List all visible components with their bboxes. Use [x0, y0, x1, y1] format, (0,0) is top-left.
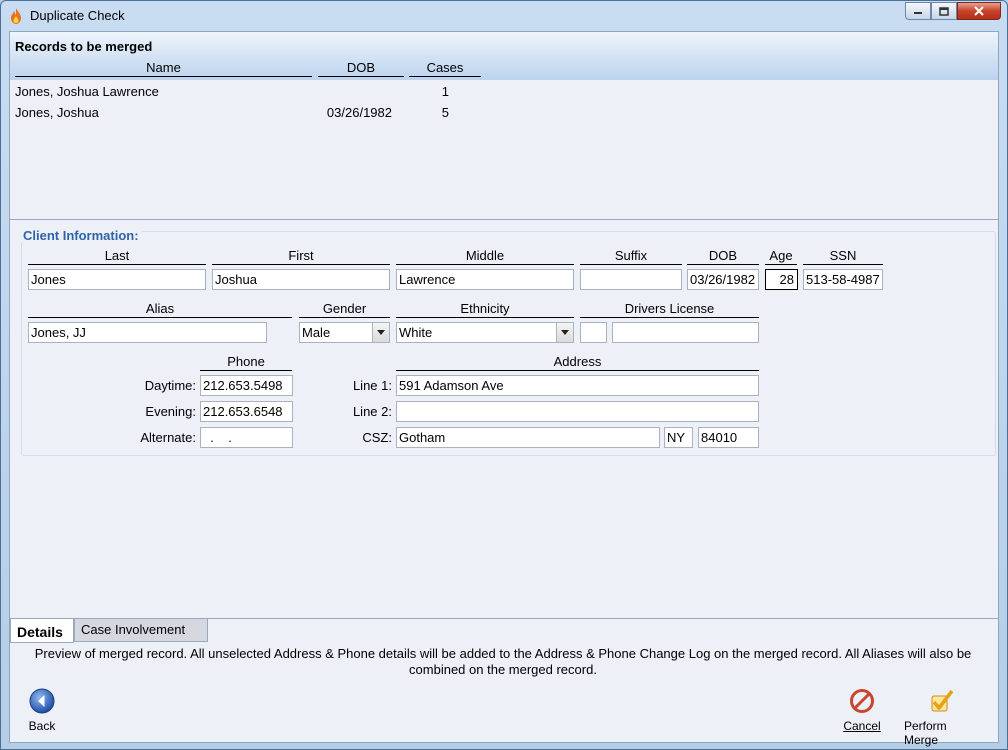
title-bar: Duplicate Check [1, 1, 1007, 31]
alternate-phone-field[interactable]: . . [200, 427, 293, 448]
last-name-field[interactable]: Jones [28, 269, 206, 290]
phone-label: Phone [200, 354, 292, 371]
alias-label: Alias [28, 301, 292, 318]
tab-case-involvement[interactable]: Case Involvement [74, 619, 208, 642]
records-title: Records to be merged [15, 39, 153, 54]
minimize-icon [914, 12, 922, 14]
merge-notice: Preview of merged record. All unselected… [34, 646, 972, 677]
first-name-field[interactable]: Joshua [212, 269, 390, 290]
zip-field[interactable]: 84010 [698, 427, 759, 448]
daytime-phone-field[interactable]: 212.653.5498 [200, 375, 293, 396]
middle-label: Middle [396, 248, 574, 265]
address-line2-field[interactable] [396, 401, 759, 422]
alias-field[interactable]: Jones, JJ [28, 322, 267, 343]
daytime-label: Daytime: [144, 378, 196, 393]
back-label: Back [28, 719, 56, 733]
alternate-label: Alternate: [140, 430, 196, 445]
record-cases: 5 [441, 105, 449, 120]
record-row[interactable]: Jones, Joshua Lawrence 1 [10, 81, 998, 102]
client-area: Records to be merged Name DOB Cases Jone… [9, 31, 999, 747]
maximize-icon [939, 6, 949, 16]
age-label: Age [765, 248, 797, 265]
evening-label: Evening: [145, 404, 196, 419]
gender-label: Gender [299, 301, 390, 318]
minimize-button[interactable] [905, 2, 931, 20]
close-icon [974, 6, 984, 16]
cancel-circle-icon [850, 689, 874, 713]
records-list: Jones, Joshua Lawrence 1 Jones, Joshua 0… [10, 80, 998, 220]
last-label: Last [28, 248, 206, 265]
window-title: Duplicate Check [30, 8, 125, 23]
record-cases: 1 [441, 84, 449, 99]
window-controls [905, 2, 1001, 20]
gender-select[interactable]: Male [299, 322, 390, 343]
close-button[interactable] [957, 2, 1001, 20]
record-dob: 03/26/1982 [326, 105, 392, 120]
line2-label: Line 2: [352, 404, 392, 419]
cancel-label: Cancel [843, 719, 881, 733]
checkmark-icon [931, 689, 954, 712]
ethnicity-label: Ethnicity [396, 301, 574, 318]
record-name: Jones, Joshua [15, 105, 99, 120]
evening-phone-field[interactable]: 212.653.6548 [200, 401, 293, 422]
chevron-down-icon[interactable] [372, 323, 389, 342]
perform-merge-button[interactable]: Perform Merge [904, 688, 980, 747]
flame-app-icon [11, 8, 21, 24]
ethnicity-select[interactable]: White [396, 322, 574, 343]
drivers-license-number-field[interactable] [612, 322, 759, 343]
middle-name-field[interactable]: Lawrence [396, 269, 574, 290]
perform-merge-label: Perform Merge [904, 719, 947, 747]
client-information-title: Client Information: [20, 228, 142, 243]
dob-field[interactable]: 03/26/1982 [687, 269, 759, 290]
csz-label: CSZ: [362, 430, 392, 445]
city-field[interactable]: Gotham [396, 427, 660, 448]
record-row[interactable]: Jones, Joshua 03/26/1982 5 [10, 102, 998, 123]
cancel-button[interactable]: Cancel [840, 688, 884, 733]
column-header-name[interactable]: Name [15, 60, 312, 77]
record-name: Jones, Joshua Lawrence [15, 84, 159, 99]
age-field[interactable]: 28 [765, 269, 798, 290]
first-label: First [212, 248, 390, 265]
duplicate-check-window: Duplicate Check Records to be merged Nam… [0, 0, 1008, 750]
back-button[interactable]: Back [24, 688, 60, 733]
column-header-cases[interactable]: Cases [409, 60, 481, 77]
records-header: Records to be merged Name DOB Cases [10, 32, 998, 80]
tab-details[interactable]: Details [10, 619, 74, 643]
address-label: Address [396, 354, 759, 371]
suffix-label: Suffix [580, 248, 682, 265]
back-arrow-icon [29, 688, 55, 714]
state-field[interactable]: NY [664, 427, 693, 448]
ssn-label: SSN [803, 248, 883, 265]
address-line1-field[interactable]: 591 Adamson Ave [396, 375, 759, 396]
column-header-dob[interactable]: DOB [318, 60, 404, 77]
chevron-down-icon[interactable] [556, 323, 573, 342]
gender-select-value: Male [302, 325, 331, 340]
ethnicity-select-value: White [399, 325, 433, 340]
maximize-button[interactable] [931, 2, 957, 20]
line1-label: Line 1: [352, 378, 392, 393]
ssn-field[interactable]: 513-58-4987 [803, 269, 883, 290]
drivers-license-label: Drivers License [580, 301, 759, 318]
drivers-license-state-field[interactable] [580, 322, 607, 343]
suffix-field[interactable] [580, 269, 682, 290]
section-divider [10, 219, 998, 220]
dob-label: DOB [687, 248, 759, 265]
